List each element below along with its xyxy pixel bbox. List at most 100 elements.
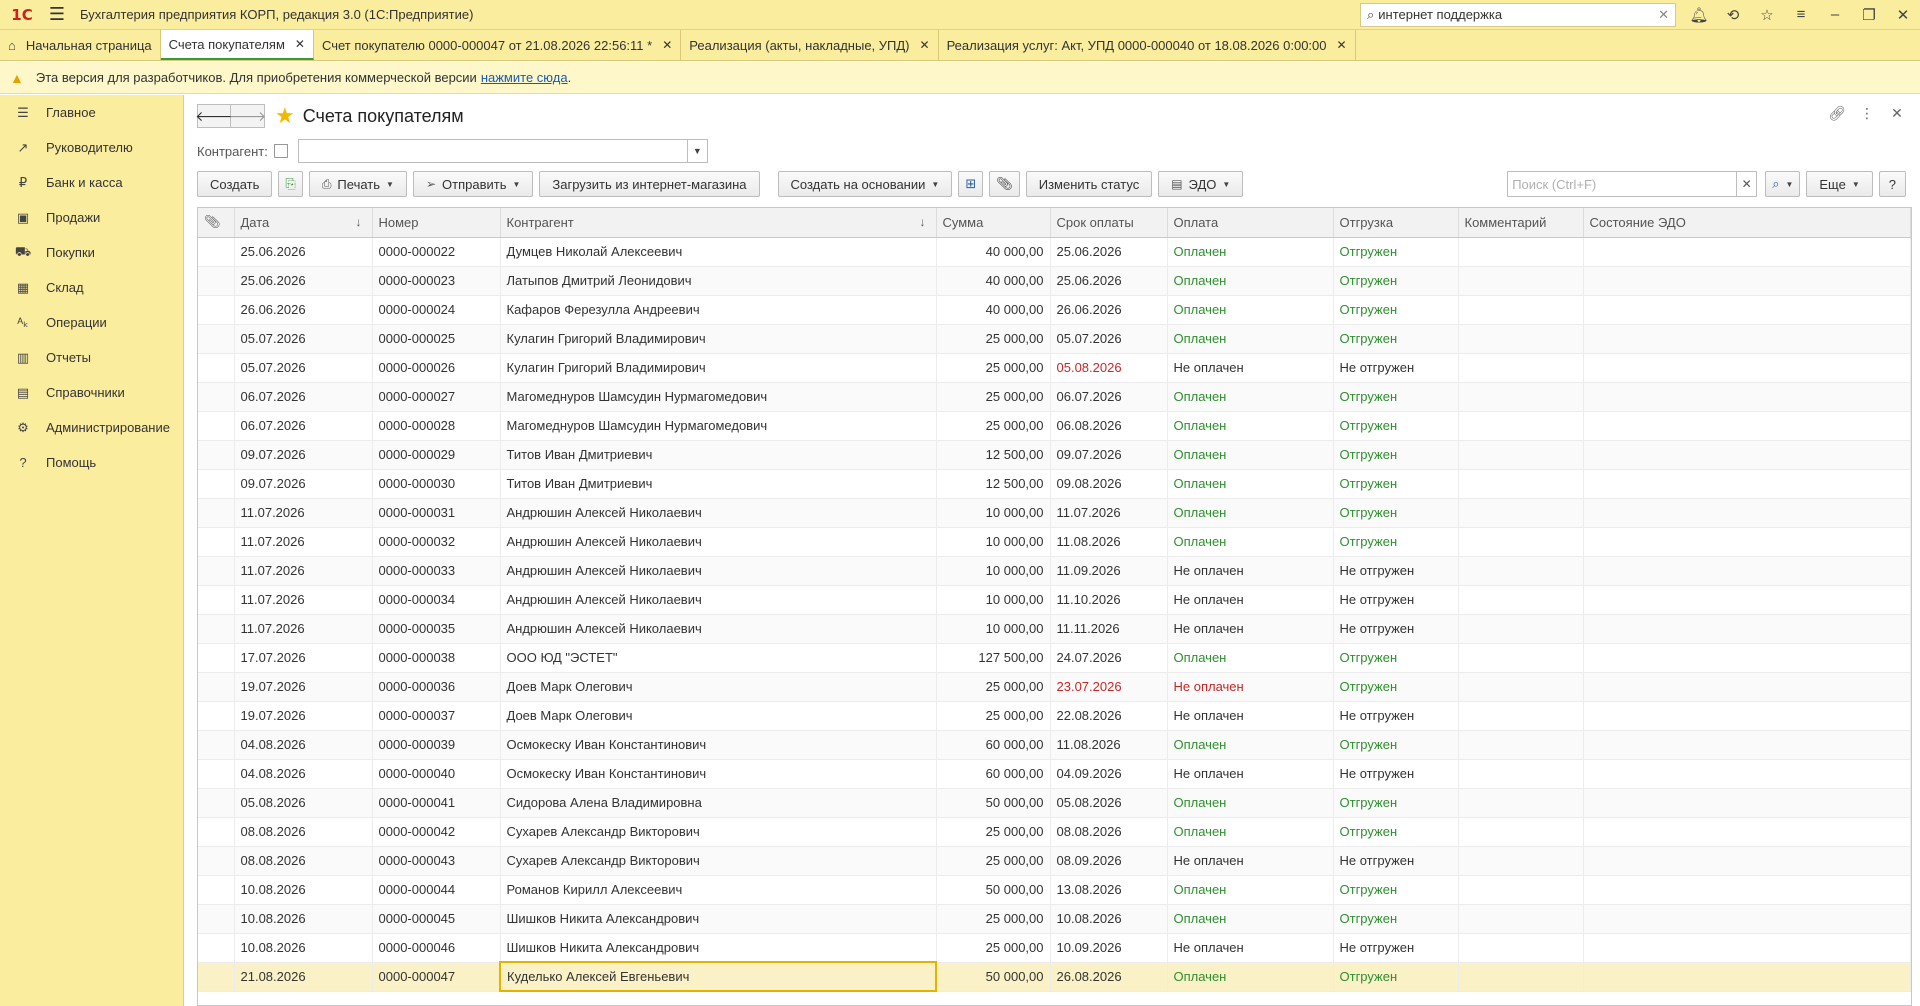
table-row[interactable]: 08.08.2026 0000-000042 Сухарев Александр В… bbox=[198, 817, 1911, 847]
cell-due-date: 08.08.2026 bbox=[1050, 817, 1168, 847]
kontragent-filter-select[interactable]: ▼ bbox=[297, 139, 708, 163]
column-number[interactable]: Номер bbox=[372, 208, 501, 238]
close-tab-icon[interactable]: ✕ bbox=[1337, 38, 1347, 52]
table-row[interactable]: 19.07.2026 0000-000037 Доев Марк Олегович 2… bbox=[198, 701, 1911, 731]
copy-document-button[interactable]: ⎘ bbox=[278, 171, 303, 197]
sidebar-item[interactable]: ᴬₖ Операции bbox=[0, 305, 183, 340]
tab-invoices[interactable]: Счета покупателям ✕ bbox=[160, 30, 314, 60]
sidebar-item[interactable]: ▣ Продажи bbox=[0, 200, 183, 235]
edo-button[interactable]: ▤ ЭДО ▼ bbox=[1158, 171, 1244, 197]
table-row[interactable]: 10.08.2026 0000-000046 Шишков Никита Алекс… bbox=[198, 933, 1911, 963]
minimize-icon[interactable]: – bbox=[1818, 0, 1852, 30]
history-icon[interactable]: ⟲ bbox=[1716, 0, 1750, 30]
cell-kontragent: Титов Иван Дмитриевич bbox=[500, 469, 937, 499]
table-row[interactable]: 17.07.2026 0000-000038 ООО ЮД "ЭСТЕТ" 127 5… bbox=[198, 643, 1911, 673]
cell-comment bbox=[1458, 672, 1584, 702]
more-vertical-icon[interactable]: ⋮ bbox=[1852, 105, 1882, 122]
column-sum[interactable]: Сумма bbox=[936, 208, 1051, 238]
help-button[interactable]: ? bbox=[1878, 171, 1906, 197]
table-row[interactable]: 26.06.2026 0000-000024 Кафаров Ферезулла А… bbox=[198, 295, 1911, 325]
table-row[interactable]: 05.07.2026 0000-000025 Кулагин Григорий Вл… bbox=[198, 324, 1911, 354]
column-comment[interactable]: Комментарий bbox=[1458, 208, 1584, 238]
table-row[interactable]: 11.07.2026 0000-000032 Андрюшин Алексей Ни… bbox=[198, 527, 1911, 557]
close-tab-icon[interactable]: ✕ bbox=[295, 37, 305, 51]
table-row[interactable]: 11.07.2026 0000-000034 Андрюшин Алексей Ни… bbox=[198, 585, 1911, 615]
table-row[interactable]: 11.07.2026 0000-000035 Андрюшин Алексей Ни… bbox=[198, 614, 1911, 644]
tab-invoice-47[interactable]: Счет покупателю 0000-000047 от 21.08.202… bbox=[314, 30, 682, 60]
sidebar-item[interactable]: ⚙ Администрирование bbox=[0, 410, 183, 445]
global-search-value[interactable]: интернет поддержка bbox=[1378, 7, 1658, 22]
table-row[interactable]: 09.07.2026 0000-000029 Титов Иван Дмитриев… bbox=[198, 440, 1911, 470]
table-row[interactable]: 05.08.2026 0000-000041 Сидорова Алена Влад… bbox=[198, 788, 1911, 818]
column-payment[interactable]: Оплата bbox=[1167, 208, 1334, 238]
settings-icon[interactable]: ≡ bbox=[1784, 0, 1818, 30]
column-shipment[interactable]: Отгрузка bbox=[1333, 208, 1459, 238]
send-button[interactable]: ➢ Отправить ▼ bbox=[412, 171, 534, 197]
structure-button[interactable]: ⊞ bbox=[958, 171, 984, 197]
sidebar-item[interactable]: ☰ Главное bbox=[0, 95, 183, 130]
cell-payment: Оплачен bbox=[1167, 469, 1334, 499]
forward-button[interactable]: 🡒 bbox=[229, 104, 266, 128]
kontragent-filter-checkbox[interactable] bbox=[273, 144, 288, 158]
more-button[interactable]: Еще ▼ bbox=[1806, 171, 1873, 197]
list-search-input[interactable] bbox=[1508, 172, 1737, 196]
close-form-icon[interactable]: ✕ bbox=[1882, 105, 1912, 122]
table-row[interactable]: 09.07.2026 0000-000030 Титов Иван Дмитриев… bbox=[198, 469, 1911, 499]
print-button[interactable]: ⎙ Печать ▼ bbox=[308, 171, 407, 197]
cell-due-date: 25.06.2026 bbox=[1050, 237, 1168, 267]
table-row[interactable]: 25.06.2026 0000-000022 Думцев Николай Алек… bbox=[198, 237, 1911, 267]
close-tab-icon[interactable]: ✕ bbox=[920, 38, 930, 52]
clear-search-icon[interactable]: ✕ bbox=[1658, 7, 1669, 23]
tab-sales-act-40[interactable]: Реализация услуг: Акт, УПД 0000-000040 о… bbox=[939, 30, 1356, 60]
table-row[interactable]: 10.08.2026 0000-000045 Шишков Никита Алекс… bbox=[198, 904, 1911, 934]
tab-sales[interactable]: Реализация (акты, накладные, УПД) ✕ bbox=[681, 30, 939, 60]
column-kontragent[interactable]: Контрагент ↓ bbox=[500, 208, 937, 238]
bell-icon[interactable]: 🔔︎ bbox=[1682, 0, 1716, 30]
tab-home[interactable]: ⌂ Начальная страница bbox=[0, 30, 161, 60]
create-button[interactable]: Создать bbox=[197, 171, 273, 197]
table-row[interactable]: 06.07.2026 0000-000028 Магомеднуров Шамсуд… bbox=[198, 411, 1911, 441]
sidebar-item[interactable]: ↗ Руководителю bbox=[0, 130, 183, 165]
close-tab-icon[interactable]: ✕ bbox=[662, 38, 672, 52]
clear-search-icon[interactable]: ✕ bbox=[1736, 172, 1756, 196]
table-row[interactable]: 25.06.2026 0000-000023 Латыпов Дмитрий Лео… bbox=[198, 266, 1911, 296]
search-icon: ⌕ bbox=[1772, 176, 1780, 191]
search-options-button[interactable]: ⌕ ▼ bbox=[1765, 171, 1801, 197]
star-icon[interactable]: ☆ bbox=[1750, 0, 1784, 30]
sidebar-item[interactable]: ▦ Склад bbox=[0, 270, 183, 305]
column-date[interactable]: Дата ↓ bbox=[234, 208, 373, 238]
main-menu-icon[interactable]: ☰ bbox=[44, 0, 70, 30]
table-row[interactable]: 04.08.2026 0000-000040 Осмокеску Иван Конс… bbox=[198, 759, 1911, 789]
table-row[interactable]: 08.08.2026 0000-000043 Сухарев Александр В… bbox=[198, 846, 1911, 876]
sidebar-item[interactable]: ₽ Банк и касса bbox=[0, 165, 183, 200]
row-icon-cell bbox=[198, 324, 235, 354]
change-status-button[interactable]: Изменить статус bbox=[1025, 171, 1153, 197]
attach-button[interactable]: 📎︎ bbox=[989, 171, 1020, 197]
buy-link[interactable]: нажмите сюда bbox=[481, 70, 568, 85]
sidebar-item[interactable]: ▥ Отчеты bbox=[0, 340, 183, 375]
sidebar-item[interactable]: ⛟ Покупки bbox=[0, 235, 183, 270]
cell-edo-state bbox=[1583, 933, 1911, 963]
global-search-input[interactable]: ⌕ интернет поддержка ✕ bbox=[1360, 2, 1676, 27]
table-row[interactable]: 06.07.2026 0000-000027 Магомеднуров Шамсуд… bbox=[198, 382, 1911, 412]
table-row[interactable]: 19.07.2026 0000-000036 Доев Марк Олегович 2… bbox=[198, 672, 1911, 702]
column-attachments[interactable]: 📎︎ bbox=[198, 208, 235, 238]
column-edo-state[interactable]: Состояние ЭДО bbox=[1583, 208, 1911, 238]
column-due-date[interactable]: Срок оплаты bbox=[1050, 208, 1168, 238]
chevron-down-icon[interactable]: ▼ bbox=[686, 140, 707, 162]
close-icon[interactable]: ✕ bbox=[1886, 0, 1920, 30]
table-row[interactable]: 11.07.2026 0000-000033 Андрюшин Алексей Ни… bbox=[198, 556, 1911, 586]
back-button[interactable]: 🡐 bbox=[195, 104, 233, 128]
load-from-shop-button[interactable]: Загрузить из интернет-магазина bbox=[539, 171, 760, 197]
create-based-button[interactable]: Создать на основании ▼ bbox=[777, 171, 953, 197]
table-row[interactable]: 04.08.2026 0000-000039 Осмокеску Иван Конс… bbox=[198, 730, 1911, 760]
sidebar-item[interactable]: ? Помощь bbox=[0, 445, 183, 480]
table-row[interactable]: 10.08.2026 0000-000044 Романов Кирилл Алек… bbox=[198, 875, 1911, 905]
link-icon[interactable]: 🔗︎ bbox=[1822, 105, 1852, 122]
table-row[interactable]: 05.07.2026 0000-000026 Кулагин Григорий Вл… bbox=[198, 353, 1911, 383]
sidebar-item[interactable]: ▤ Справочники bbox=[0, 375, 183, 410]
favorite-star-icon[interactable]: ★ bbox=[275, 103, 295, 129]
table-row[interactable]: 11.07.2026 0000-000031 Андрюшин Алексей Ни… bbox=[198, 498, 1911, 528]
table-row[interactable]: 21.08.2026 0000-000047 Куделько Алексей Ев… bbox=[198, 961, 1911, 992]
restore-icon[interactable]: ❐ bbox=[1852, 0, 1886, 30]
